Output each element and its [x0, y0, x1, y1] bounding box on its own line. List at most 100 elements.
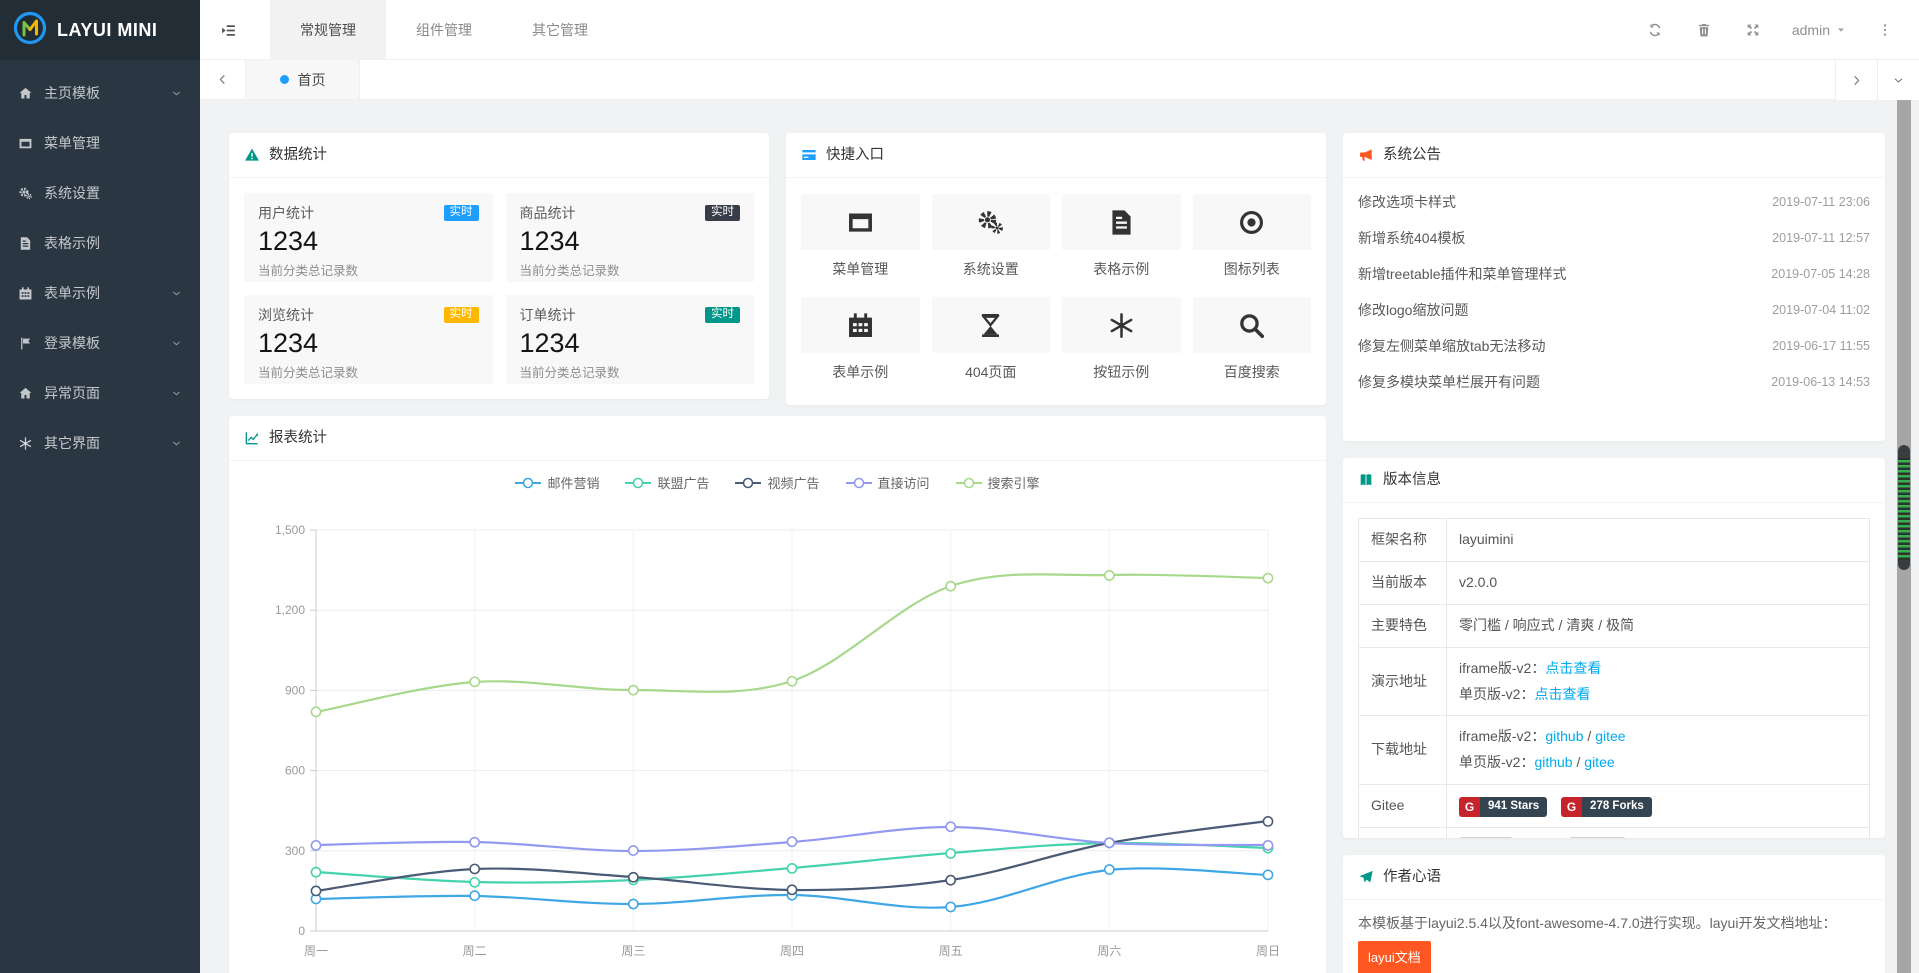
version-card-header: 版本信息	[1343, 458, 1885, 503]
svg-text:0: 0	[298, 924, 305, 938]
topbar: 常规管理 组件管理 其它管理 admin	[200, 0, 1919, 60]
user-dropdown[interactable]: admin	[1778, 22, 1860, 38]
chevron-left-icon	[216, 73, 229, 86]
download-iframe-gitee-link[interactable]: gitee	[1595, 728, 1625, 744]
tab-strip: 首页	[200, 60, 1919, 100]
sidebar-item-home-template[interactable]: 主页模板	[0, 68, 200, 118]
chevron-down-icon	[171, 88, 182, 99]
logo[interactable]: LAYUI MINI	[0, 0, 200, 60]
topnav-tab-other[interactable]: 其它管理	[502, 0, 618, 60]
author-intro: 本模板基于layui2.5.4以及font-awesome-4.7.0进行实现。…	[1358, 910, 1870, 937]
scrollbar-track[interactable]	[1897, 100, 1911, 973]
collapse-sidebar-button[interactable]	[200, 0, 256, 60]
notice-item: 修复左侧菜单缩放tab无法移动2019-06-17 11:55	[1358, 328, 1870, 364]
notice-list: 修改选项卡样式2019-07-11 23:06 新增系统404模板2019-07…	[1343, 178, 1885, 400]
sidebar-item-login-template[interactable]: 登录模板	[0, 318, 200, 368]
notice-item: 修复多模块菜单栏展开有问题2019-06-13 14:53	[1358, 364, 1870, 400]
framework-name-value: layuimini	[1447, 519, 1870, 562]
quick-icon-list[interactable]: 图标列表	[1193, 194, 1312, 279]
legend-item-视频广告[interactable]: 视频广告	[735, 473, 819, 492]
stat-desc: 当前分类总记录数	[520, 260, 741, 279]
sidebar-item-label: 登录模板	[44, 333, 100, 353]
logo-icon	[13, 11, 47, 50]
sidebar-item-label: 系统设置	[44, 183, 100, 203]
realtime-badge: 实时	[705, 307, 740, 323]
stat-products: 商品统计实时 1234 当前分类总记录数	[506, 193, 755, 282]
topnav-tab-general[interactable]: 常规管理	[270, 0, 386, 60]
tab-home[interactable]: 首页	[246, 60, 360, 99]
quick-form-demo[interactable]: 表单示例	[801, 297, 920, 382]
notice-card-title: 系统公告	[1383, 133, 1441, 178]
stats-card-title: 数据统计	[269, 133, 327, 178]
card-icon	[801, 147, 817, 163]
svg-text:周五: 周五	[939, 944, 963, 958]
quick-baidu-search[interactable]: 百度搜索	[1193, 297, 1312, 382]
quick-entry-title: 快捷入口	[826, 133, 884, 178]
sidebar-item-table-demo[interactable]: 表格示例	[0, 218, 200, 268]
hourglass-icon	[976, 311, 1005, 340]
svg-text:1,200: 1,200	[275, 603, 305, 617]
sidebar-item-label: 主页模板	[44, 83, 100, 103]
gitee-icon: G	[1459, 797, 1480, 817]
tabs-scroll-right-button[interactable]	[1835, 60, 1877, 100]
tabs-menu-button[interactable]	[1877, 60, 1919, 100]
stats-grid: 用户统计实时 1234 当前分类总记录数 商品统计实时 1234 当前分类总记录…	[229, 178, 769, 399]
gitee-forks-badge[interactable]: G278 Forks	[1561, 797, 1652, 817]
github-fork-button[interactable]: Fork	[1569, 837, 1626, 838]
layui-doc-button[interactable]: layui文档	[1358, 941, 1431, 973]
tabs-scroll-left-button[interactable]	[200, 60, 246, 99]
app-root: LAYUI MINI 主页模板 菜单管理 系统设置 表格示例 表单	[0, 0, 1919, 973]
quick-system-settings[interactable]: 系统设置	[932, 194, 1051, 279]
snowflake-icon	[1107, 311, 1136, 340]
sidebar-item-error-pages[interactable]: 异常页面	[0, 368, 200, 418]
legend-item-直接访问[interactable]: 直接访问	[846, 473, 930, 492]
sidebar-item-form-demo[interactable]: 表单示例	[0, 268, 200, 318]
fullscreen-button[interactable]	[1729, 22, 1778, 38]
legend-marker	[956, 477, 982, 489]
notice-item: 修改logo缩放问题2019-07-04 11:02	[1358, 292, 1870, 328]
svg-text:1,500: 1,500	[275, 523, 305, 537]
legend-label: 邮件营销	[547, 473, 599, 492]
download-spa-github-link[interactable]: github	[1534, 754, 1572, 770]
gitee-stars-badge[interactable]: G941 Stars	[1459, 797, 1547, 817]
main-content: 数据统计 用户统计实时 1234 当前分类总记录数 商品统计实时 1234 当前…	[200, 100, 1919, 973]
stat-value: 1234	[520, 226, 741, 257]
gitee-icon: G	[1561, 797, 1582, 817]
quick-button-demo[interactable]: 按钮示例	[1062, 297, 1181, 382]
more-menu-button[interactable]	[1860, 22, 1909, 38]
stat-value: 1234	[258, 328, 479, 359]
chart-line-icon	[244, 430, 260, 446]
demo-iframe-link[interactable]: 点击查看	[1545, 660, 1601, 676]
scrollbar-thumb[interactable]	[1898, 445, 1910, 570]
table-row: 下载地址 iframe版-v2：github / gitee 单页版-v2：gi…	[1359, 716, 1870, 785]
download-spa-gitee-link[interactable]: gitee	[1584, 754, 1614, 770]
refresh-button[interactable]	[1631, 22, 1680, 38]
svg-text:周六: 周六	[1097, 944, 1121, 958]
svg-text:300: 300	[285, 844, 305, 858]
demo-spa-link[interactable]: 点击查看	[1534, 686, 1590, 702]
quick-table-demo[interactable]: 表格示例	[1062, 194, 1181, 279]
sidebar-item-label: 菜单管理	[44, 133, 100, 153]
stats-card: 数据统计 用户统计实时 1234 当前分类总记录数 商品统计实时 1234 当前…	[229, 133, 769, 399]
sidebar-item-other-ui[interactable]: 其它界面	[0, 418, 200, 468]
sidebar-item-system-settings[interactable]: 系统设置	[0, 168, 200, 218]
topbar-actions: admin	[1631, 0, 1919, 60]
logo-text: LAYUI MINI	[57, 20, 157, 41]
legend-item-邮件营销[interactable]: 邮件营销	[515, 473, 599, 492]
chevron-down-icon	[171, 438, 182, 449]
notice-item: 新增系统404模板2019-07-11 12:57	[1358, 220, 1870, 256]
username: admin	[1792, 22, 1830, 38]
github-star-button[interactable]: Star	[1459, 837, 1513, 838]
legend-item-搜索引擎[interactable]: 搜索引擎	[956, 473, 1040, 492]
sidebar-item-menu-manage[interactable]: 菜单管理	[0, 118, 200, 168]
chevron-down-icon	[171, 338, 182, 349]
table-row: Gitee G941 Stars G278 Forks	[1359, 785, 1870, 828]
topnav-tab-components[interactable]: 组件管理	[386, 0, 502, 60]
quick-menu-manage[interactable]: 菜单管理	[801, 194, 920, 279]
clear-cache-button[interactable]	[1680, 22, 1729, 38]
download-iframe-github-link[interactable]: github	[1545, 728, 1583, 744]
quick-404-page[interactable]: 404页面	[932, 297, 1051, 382]
calendar-icon	[846, 311, 875, 340]
gears-icon	[18, 186, 44, 201]
legend-item-联盟广告[interactable]: 联盟广告	[625, 473, 709, 492]
